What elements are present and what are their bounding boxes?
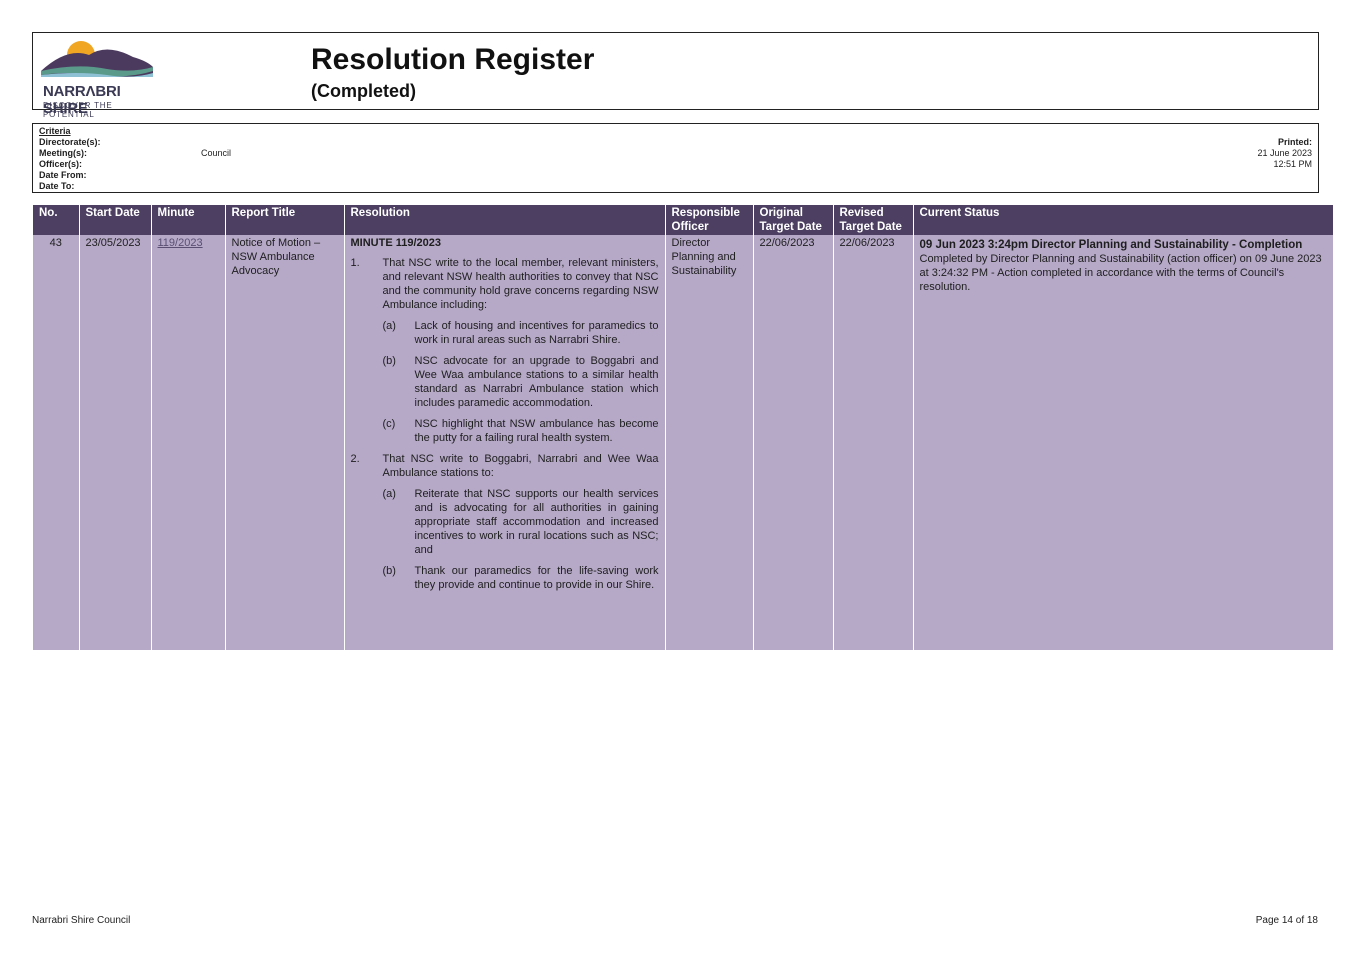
meeting-value: Council [201,148,232,158]
criteria-panel: Criteria Directorate(s): Meeting(s): Off… [32,123,1319,193]
subitem-letter: (a) [382,488,396,500]
report-header: NARRΛBRI SHIRE DISCOVER THE POTENTIAL Re… [32,32,1319,119]
table-row: 43 23/05/2023 119/2023 Notice of Motion … [33,235,1333,650]
cell-resolution: MINUTE 119/2023 1. That NSC write to the… [343,235,665,650]
cell-minute: 119/2023 [150,235,225,650]
resolution-heading: MINUTE 119/2023 [350,237,442,249]
subitem-letter: (b) [382,355,396,367]
footer-page-number: Page 14 of 18 [1255,915,1318,926]
minute-link[interactable]: 119/2023 [158,237,203,249]
col-header-start-date: Start Date [78,205,151,235]
resolution-subitem: (c) NSC highlight that NSW ambulance has… [383,417,659,445]
printed-label: Printed: [1277,137,1312,147]
subitem-letter: (a) [382,320,396,332]
date-to-label: Date To: [39,181,75,191]
cell-report-title: Notice of Motion – NSW Ambulance Advocac… [224,235,344,650]
subitem-text: Lack of housing and incentives for param… [414,320,659,346]
subitem-text: NSC highlight that NSW ambulance has bec… [414,418,659,444]
cell-no: 43 [33,235,79,650]
cell-original-target-date: 22/06/2023 [752,235,833,650]
col-header-original-target-date: Original Target Date [752,205,833,235]
criteria-labels: Criteria Directorate(s): Meeting(s): Off… [39,126,101,192]
col-header-revised-target-date: Revised Target Date [832,205,913,235]
officer-label: Officer(s): [39,159,83,169]
page-title: Resolution Register [311,43,595,76]
item-number: 2. [350,453,360,465]
printed-info: Printed: 21 June 2023 12:51 PM [1257,137,1312,170]
col-header-no: No. [33,205,79,235]
col-header-resolution: Resolution [343,205,665,235]
page-subtitle: (Completed) [311,81,416,101]
resolution-subitem: (a) Lack of housing and incentives for p… [383,319,659,347]
logo-tagline: DISCOVER THE POTENTIAL [43,101,113,119]
subitem-letter: (c) [382,418,396,430]
cell-start-date: 23/05/2023 [78,235,151,650]
subitem-text: NSC advocate for an upgrade to Boggabri … [414,355,659,409]
col-header-report-title: Report Title [224,205,344,235]
resolution-subitem: (a) Reiterate that NSC supports our heal… [383,487,659,557]
item-text: That NSC write to the local member, rele… [382,257,659,311]
printed-date: 21 June 2023 [1257,148,1312,158]
resolution-subitem: (b) Thank our paramedics for the life-sa… [383,564,659,592]
item-text: That NSC write to Boggabri, Narrabri and… [382,453,659,479]
subitem-text: Reiterate that NSC supports our health s… [414,488,659,556]
item-number: 1. [350,257,360,269]
cell-current-status: 09 Jun 2023 3:24pm Director Planning and… [912,235,1333,650]
narrabri-shire-logo: NARRΛBRI SHIRE DISCOVER THE POTENTIAL [37,37,167,119]
subitem-text: Thank our paramedics for the life-saving… [414,565,659,591]
criteria-heading: Criteria [39,126,71,136]
col-header-minute: Minute [150,205,225,235]
subitem-letter: (b) [382,565,396,577]
footer-council-name: Narrabri Shire Council [32,915,131,926]
resolution-subitem: (b) NSC advocate for an upgrade to Bogga… [383,354,659,410]
resolution-item: 2. That NSC write to Boggabri, Narrabri … [351,452,659,480]
status-body: Completed by Director Planning and Susta… [919,253,1322,293]
cell-revised-target-date: 22/06/2023 [832,235,913,650]
col-header-current-status: Current Status [912,205,1333,235]
meeting-label: Meeting(s): [39,148,87,158]
col-header-responsible-officer: Responsible Officer [664,205,753,235]
directorate-label: Directorate(s): [39,137,101,147]
date-from-label: Date From: [39,170,87,180]
resolution-item: 1. That NSC write to the local member, r… [351,256,659,312]
printed-time: 12:51 PM [1273,159,1312,169]
status-heading: 09 Jun 2023 3:24pm Director Planning and… [919,239,1303,251]
resolution-table: No. Start Date Minute Report Title Resol… [33,205,1333,650]
table-header-row: No. Start Date Minute Report Title Resol… [33,205,1333,235]
sun-hills-icon [41,41,153,77]
cell-responsible-officer: Director Planning and Sustainability [664,235,753,650]
